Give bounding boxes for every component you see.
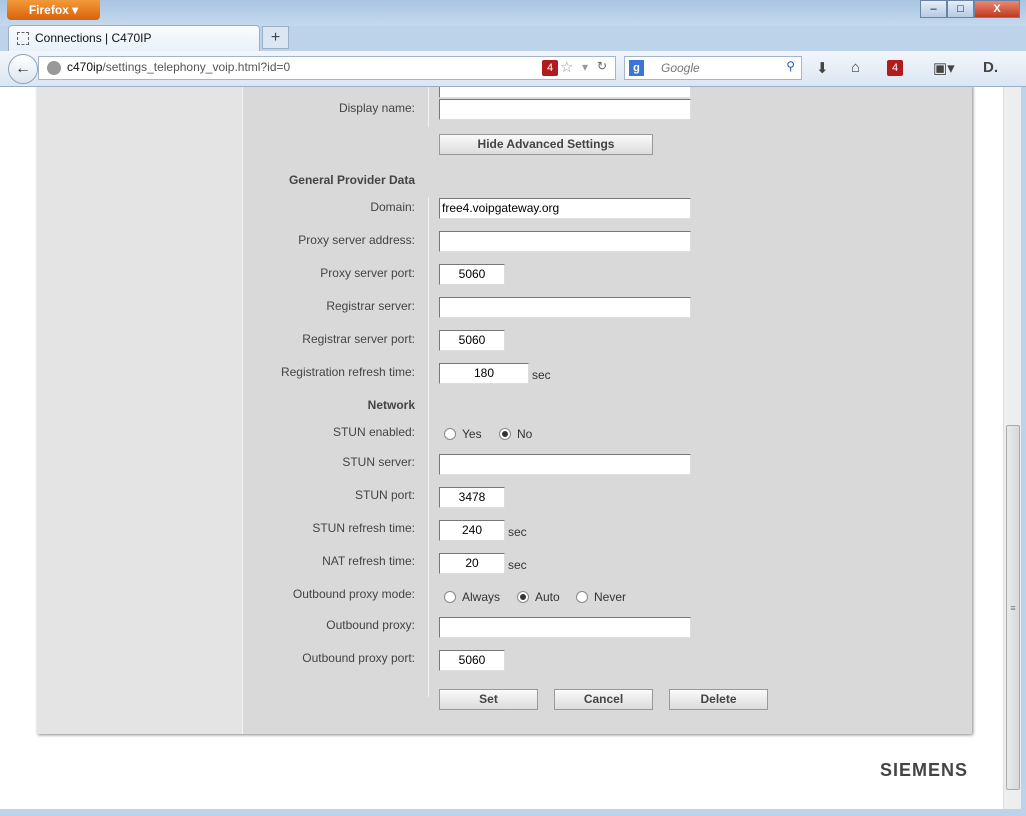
always-label: Always <box>462 590 501 604</box>
display-name-input[interactable] <box>439 99 691 120</box>
stun-port-input[interactable]: 3478 <box>439 487 505 508</box>
display-name-label: Display name: <box>338 101 415 115</box>
bookmark-star-icon[interactable]: ☆ <box>560 58 573 76</box>
search-placeholder: Google <box>661 61 700 75</box>
registration-refresh-label: Registration refresh time: <box>280 365 415 379</box>
proxy-address-label: Proxy server address: <box>298 233 415 247</box>
stun-refresh-label: STUN refresh time: <box>312 521 415 535</box>
stun-server-label: STUN server: <box>342 455 415 469</box>
never-label: Never <box>594 590 627 604</box>
url-path: /settings_telephony_voip.html?id=0 <box>102 60 291 74</box>
sec-unit: sec <box>532 368 551 382</box>
scrollbar-thumb[interactable]: ≡ <box>1006 425 1020 790</box>
stun-yes-radio[interactable]: Yes <box>444 427 482 441</box>
dropdown-icon[interactable]: ▾ <box>582 60 588 74</box>
addon-badge-icon[interactable]: 4 <box>542 60 558 76</box>
hide-advanced-settings-button[interactable]: Hide Advanced Settings <box>439 134 653 155</box>
delete-button[interactable]: Delete <box>669 689 768 710</box>
firefox-menu-button[interactable]: Firefox ▾ <box>7 0 100 20</box>
registrar-port-label: Registrar server port: <box>302 332 415 346</box>
settings-panel: Display name: Hide Advanced Settings Gen… <box>37 87 972 734</box>
bookmarks-icon[interactable]: ▣▾ <box>933 59 955 77</box>
no-label: No <box>517 427 533 441</box>
tab-connections[interactable]: Connections | C470IP <box>8 25 260 52</box>
nat-refresh-input[interactable]: 20 <box>439 553 505 574</box>
page-content: Display name: Hide Advanced Settings Gen… <box>0 87 1003 809</box>
general-provider-data-heading: General Provider Data <box>288 173 415 187</box>
outbound-never-radio[interactable]: Never <box>576 590 626 604</box>
outbound-port-input[interactable]: 5060 <box>439 650 505 671</box>
home-icon[interactable]: ⌂ <box>851 59 860 76</box>
nat-refresh-label: NAT refresh time: <box>322 554 415 568</box>
google-icon[interactable]: g <box>629 60 644 76</box>
close-button[interactable]: X <box>974 0 1020 18</box>
siemens-logo: SIEMENS <box>880 760 969 780</box>
outbound-proxy-input[interactable] <box>439 617 691 638</box>
tab-title: Connections | C470IP <box>35 31 152 45</box>
download-icon[interactable]: ⬇ <box>816 59 829 77</box>
outbound-always-radio[interactable]: Always <box>444 590 500 604</box>
url-bar[interactable]: c470ip/settings_telephony_voip.html?id=0… <box>38 56 616 80</box>
proxy-port-input[interactable]: 5060 <box>439 264 505 285</box>
globe-icon <box>47 61 61 75</box>
network-heading: Network <box>367 398 415 412</box>
maximize-button[interactable]: □ <box>947 0 974 18</box>
previous-field[interactable] <box>439 87 691 98</box>
stun-port-label: STUN port: <box>354 488 415 502</box>
vertical-scrollbar[interactable]: ≡ <box>1003 87 1021 809</box>
reload-icon[interactable]: ↻ <box>597 59 607 73</box>
auto-label: Auto <box>535 590 560 604</box>
url-host: c470ip <box>67 60 103 74</box>
divider <box>428 197 429 697</box>
cancel-button[interactable]: Cancel <box>554 689 653 710</box>
proxy-address-input[interactable] <box>439 231 691 252</box>
stun-no-radio[interactable]: No <box>499 427 532 441</box>
search-input[interactable]: g Google ⚲ <box>624 56 802 80</box>
domain-input[interactable]: free4.voipgateway.org <box>439 198 691 219</box>
registrar-server-label: Registrar server: <box>326 299 415 313</box>
search-icon[interactable]: ⚲ <box>786 59 795 73</box>
outbound-auto-radio[interactable]: Auto <box>517 590 560 604</box>
minimize-button[interactable]: – <box>920 0 947 18</box>
stun-refresh-input[interactable]: 240 <box>439 520 505 541</box>
window-titlebar: Firefox ▾ – □ X <box>0 0 1026 26</box>
page-icon <box>17 32 29 46</box>
addon-icon[interactable]: 4 <box>887 60 903 76</box>
sec-unit: sec <box>508 525 527 539</box>
firefox-menu-label: Firefox <box>28 3 69 17</box>
yes-label: Yes <box>462 427 482 441</box>
sec-unit: sec <box>508 558 527 572</box>
back-button[interactable]: ← <box>8 54 38 84</box>
set-button[interactable]: Set <box>439 689 538 710</box>
addon-d-icon[interactable]: D. <box>983 59 998 76</box>
outbound-mode-label: Outbound proxy mode: <box>292 587 415 601</box>
stun-server-input[interactable] <box>439 454 691 475</box>
outbound-port-label: Outbound proxy port: <box>302 651 415 665</box>
stun-enabled-label: STUN enabled: <box>332 425 415 439</box>
navigation-toolbar: ← c470ip/settings_telephony_voip.html?id… <box>0 51 1026 87</box>
proxy-port-label: Proxy server port: <box>320 266 415 280</box>
registration-refresh-input[interactable]: 180 <box>439 363 529 384</box>
divider <box>428 87 429 127</box>
new-tab-button[interactable]: + <box>262 26 289 49</box>
registrar-server-input[interactable] <box>439 297 691 318</box>
domain-label: Domain: <box>370 200 415 214</box>
registrar-port-input[interactable]: 5060 <box>439 330 505 351</box>
outbound-proxy-label: Outbound proxy: <box>326 618 415 632</box>
